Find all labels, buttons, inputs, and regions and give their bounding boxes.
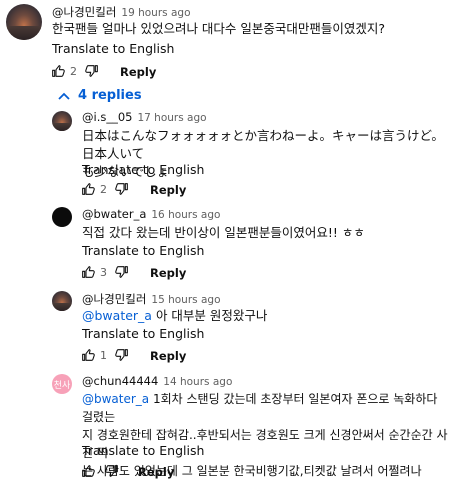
comment-timestamp[interactable]: 16 hours ago [151,209,220,221]
thumbs-up-icon[interactable] [80,463,96,479]
comment-timestamp[interactable]: 17 hours ago [137,112,206,124]
thumbs-down-icon[interactable] [104,463,120,479]
comment-author[interactable]: @bwater_a 16 hours ago [82,207,220,221]
translate-button[interactable]: Translate to English [82,326,204,341]
comment-author[interactable]: @나경민킬러 19 hours ago [52,4,191,20]
comment-author[interactable]: @chun44444 14 hours ago [82,374,232,388]
thumbs-up-icon[interactable] [80,264,96,280]
like-count: 2 [70,65,77,78]
comment-text: 직접 갔다 왔는데 반이상이 일본팬분들이였어요!! ㅎㅎ [82,225,365,240]
comment-author[interactable]: @나경민킬러 15 hours ago [82,291,221,307]
comment-timestamp[interactable]: 15 hours ago [151,294,220,306]
author-handle[interactable]: @bwater_a [82,207,146,221]
avatar[interactable] [52,111,72,131]
comment-timestamp[interactable]: 19 hours ago [121,7,190,19]
reply-button[interactable]: Reply [120,65,156,79]
mention-link[interactable]: @bwater_a [82,308,152,323]
comment-body: 아 대부분 원정왔구나 [151,308,268,323]
avatar[interactable]: 천사 [52,374,72,394]
comment-author[interactable]: @i.s__05 17 hours ago [82,110,207,124]
thumbs-up-icon[interactable] [80,347,96,363]
thumbs-up-icon[interactable] [80,181,96,197]
thumbs-down-icon[interactable] [114,181,130,197]
chevron-up-icon [58,92,70,100]
reply-button[interactable]: Reply [150,183,186,197]
reply-button[interactable]: Reply [150,349,186,363]
avatar[interactable] [52,291,72,311]
author-handle[interactable]: @chun44444 [82,374,158,388]
author-handle[interactable]: @나경민킬러 [52,5,116,19]
like-count: 2 [100,183,107,196]
translate-button[interactable]: Translate to English [52,41,174,56]
avatar-initials: 천사 [53,380,71,391]
comment-text: @bwater_a 아 대부분 원정왔구나 [82,307,267,325]
replies-count-label: 4 replies [78,88,142,103]
avatar[interactable] [6,4,42,40]
comment-text-line: 日本はこんなフォォォォォとか言わねーよ。キャーは言うけど。日本人いて [82,128,444,161]
replies-toggle-button[interactable]: 4 replies [58,88,142,103]
thumbs-down-icon[interactable] [114,264,130,280]
reply-button[interactable]: Reply [138,465,174,479]
thumbs-up-icon[interactable] [50,63,66,79]
translate-button[interactable]: Translate to English [82,243,204,258]
comment-timestamp[interactable]: 14 hours ago [163,376,232,388]
author-handle[interactable]: @나경민킬러 [82,292,146,306]
reply-button[interactable]: Reply [150,266,186,280]
comment-text-line: @bwater_a 1회차 스탠딩 갔는데 초장부터 일본여자 폰으로 녹화하다… [82,390,450,426]
thumbs-down-icon[interactable] [114,347,130,363]
comment-text: 한국팬들 얼마나 있었으려나 대다수 일본중국대만팬들이였겠지? [52,21,386,36]
translate-button[interactable]: Translate to English [82,443,204,458]
author-handle[interactable]: @i.s__05 [82,110,132,124]
translate-button[interactable]: Translate to English [82,162,204,177]
like-count: 3 [100,266,107,279]
like-count: 1 [100,349,107,362]
thumbs-down-icon[interactable] [84,63,100,79]
avatar[interactable] [52,207,72,227]
mention-link[interactable]: @bwater_a [82,392,149,406]
